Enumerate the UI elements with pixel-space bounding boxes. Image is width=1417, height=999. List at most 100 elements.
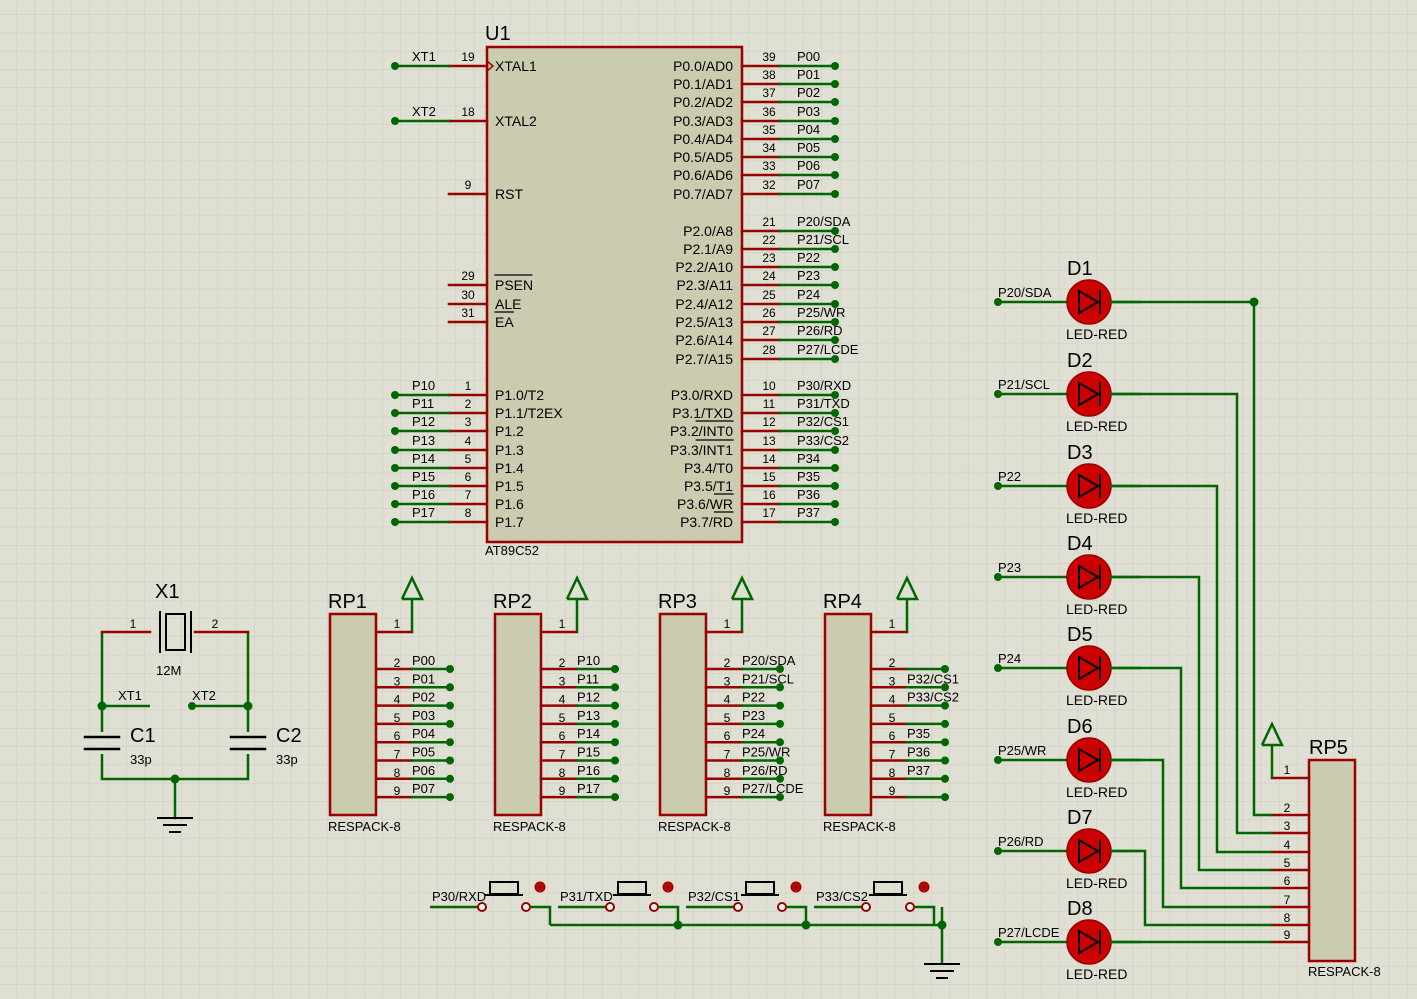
x1-pin2-number: 2 (212, 617, 219, 631)
led-icon (1066, 645, 1112, 691)
respack-part-label: RESPACK-8 (823, 819, 896, 834)
u1-net-label: P04 (797, 122, 820, 137)
respack-net-label: P02 (412, 690, 435, 705)
button-contact-right (777, 902, 787, 912)
u1-net-label: P32/CS1 (797, 414, 849, 429)
u1-pin-number: 38 (762, 68, 776, 82)
respack-net-label: P15 (577, 745, 600, 760)
u1-net-label: P00 (797, 49, 820, 64)
respack-net-label: P20/SDA (742, 653, 796, 668)
respack-ref-label: RP3 (658, 591, 697, 613)
net-terminal-dot (446, 774, 454, 783)
respack-net-label: P35 (907, 726, 930, 741)
led-icon (1066, 828, 1112, 874)
u1-pin-number: 18 (461, 105, 475, 119)
respack-pin-number: 5 (889, 711, 896, 725)
respack-net-label: P32/CS1 (907, 671, 959, 686)
respack-pin-number: 9 (889, 784, 896, 798)
u1-pin-name: P3.7/RD (680, 514, 733, 530)
led-ref-label: D5 (1067, 624, 1093, 646)
respack-ref-label: RP1 (328, 591, 367, 613)
respack-net-label: P01 (412, 671, 435, 686)
led-ref-label: D4 (1067, 533, 1093, 555)
u1-pin-number: 27 (762, 324, 776, 338)
respack-net-label: P24 (742, 726, 765, 741)
u1-pin-name: P1.5 (495, 478, 524, 494)
rp5-pin-number: 2 (1284, 801, 1291, 815)
net-terminal-dot (831, 135, 839, 143)
u1-net-label: P02 (797, 85, 820, 100)
u1-pin-name: P2.0/A8 (683, 223, 733, 239)
u1-net-label: P06 (797, 158, 820, 173)
u1-pin-name: P0.7/AD7 (673, 186, 733, 202)
net-terminal-dot (831, 153, 839, 161)
net-terminal-dot (941, 738, 949, 747)
respack-ref-label: RP2 (493, 591, 532, 613)
rp5-pin-number: 4 (1284, 838, 1291, 852)
respack-net-label: P22 (742, 690, 765, 705)
u1-net-label: P26/RD (797, 323, 843, 338)
c2-value-label: 33p (276, 752, 298, 767)
net-terminal-dot (446, 756, 454, 765)
respack-part-label: RESPACK-8 (658, 819, 731, 834)
button-contact-left (477, 902, 487, 912)
u1-net-label: P23 (797, 268, 820, 283)
respack-net-label: P05 (412, 745, 435, 760)
u1-pin-number: 35 (762, 123, 776, 137)
respack-body (658, 612, 708, 817)
net-terminal-dot (831, 190, 839, 198)
u1-pin-number: 37 (762, 86, 776, 100)
rp5-ref-label: RP5 (1309, 737, 1348, 759)
net-terminal-dot (941, 719, 949, 728)
net-terminal-dot (831, 500, 839, 508)
button-contact-left (733, 902, 743, 912)
rp5-pin-number: 3 (1284, 819, 1291, 833)
net-terminal-dot (391, 482, 399, 490)
respack-net-label: P03 (412, 708, 435, 723)
c2-ref-label: C2 (276, 725, 302, 747)
u1-pin-number: 33 (762, 159, 776, 173)
led-part-label: LED-RED (1066, 966, 1127, 982)
u1-net-label: P33/CS2 (797, 433, 849, 448)
u1-pin-number: 30 (461, 288, 475, 302)
net-terminal-dot (391, 446, 399, 454)
net-terminal-dot (831, 482, 839, 490)
respack-pin-number: 2 (559, 656, 566, 670)
net-terminal-dot (446, 719, 454, 728)
respack-pin-number: 4 (559, 693, 566, 707)
rp5-pin-number: 8 (1284, 911, 1291, 925)
rp5-part-label: RESPACK-8 (1308, 964, 1381, 979)
respack-pin-number: 5 (724, 711, 731, 725)
u1-pin-name: P0.1/AD1 (673, 76, 733, 92)
net-terminal-dot (446, 683, 454, 692)
respack-part-label: RESPACK-8 (328, 819, 401, 834)
button-contact-right (521, 902, 531, 912)
led-net-label: P24 (998, 651, 1021, 666)
button-indicator-center (538, 885, 542, 889)
led-net-label: P20/SDA (998, 285, 1052, 300)
respack-net-label: P07 (412, 781, 435, 796)
led-net-label: P25/WR (998, 743, 1046, 758)
led-part-label: LED-RED (1066, 601, 1127, 617)
u1-net-label: P27/LCDE (797, 342, 859, 357)
u1-pin-number: 26 (762, 306, 776, 320)
respack-pin-number: 6 (889, 729, 896, 743)
u1-net-label: XT1 (412, 49, 436, 64)
u1-pin-number: 16 (762, 488, 776, 502)
u1-pin-name: P3.6/WR (677, 496, 733, 512)
u1-pin-name: EA (495, 314, 514, 330)
u1-pin-name: P3.2/INT0 (670, 423, 733, 439)
u1-pin-name: P2.5/A13 (675, 314, 733, 330)
u1-net-label: P30/RXD (797, 378, 851, 393)
respack-pin-number: 2 (724, 656, 731, 670)
u1-pin-number: 25 (762, 288, 776, 302)
u1-pin-number: 23 (762, 251, 776, 265)
led-part-label: LED-RED (1066, 326, 1127, 342)
u1-net-label: P21/SCL (797, 232, 849, 247)
respack-net-label: P11 (577, 671, 599, 686)
respack-pin-number: 3 (724, 674, 731, 688)
u1-net-label: P14 (412, 451, 435, 466)
respack-net-label: P26/RD (742, 763, 788, 778)
net-terminal-dot (391, 409, 399, 417)
net-terminal-dot (391, 117, 399, 125)
